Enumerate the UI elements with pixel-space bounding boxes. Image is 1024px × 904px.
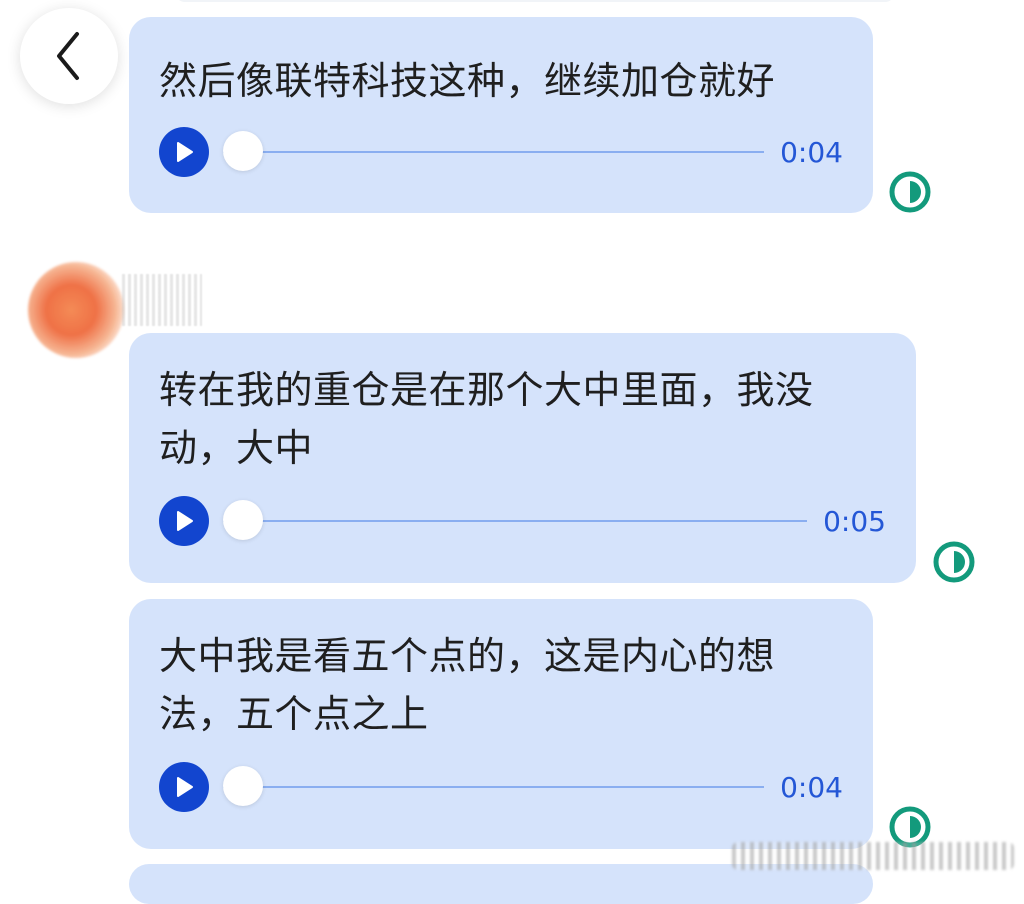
message-transcript: 大中我是看五个点的，这是内心的想法，五个点之上 <box>159 634 776 736</box>
audio-duration: 0:04 <box>780 135 843 169</box>
seek-bar[interactable] <box>223 500 808 540</box>
avatar[interactable] <box>28 262 124 358</box>
sender-name-blurred <box>122 274 202 326</box>
audio-player: 0:05 <box>159 496 886 546</box>
seek-knob[interactable] <box>223 500 263 540</box>
half-circle-status-icon <box>933 541 975 583</box>
chevron-left-icon <box>57 32 79 80</box>
play-button[interactable] <box>159 496 209 546</box>
play-button[interactable] <box>159 127 209 177</box>
audio-duration: 0:04 <box>780 770 843 804</box>
message-transcript: 然后像联特科技这种，继续加仓就好 <box>159 59 776 103</box>
seek-knob[interactable] <box>223 131 263 171</box>
audio-player: 0:04 <box>159 127 843 177</box>
watermark <box>732 842 1014 870</box>
message-transcript: 转在我的重仓是在那个大中里面，我没动，大中 <box>159 368 814 470</box>
seek-bar[interactable] <box>223 131 765 171</box>
play-button[interactable] <box>159 762 209 812</box>
next-message-bubble-partial[interactable] <box>129 864 873 904</box>
previous-message-edge <box>175 0 895 2</box>
half-circle-status-icon <box>889 171 931 213</box>
play-icon <box>177 511 193 531</box>
seek-bar[interactable] <box>223 766 765 806</box>
voice-message-bubble[interactable]: 然后像联特科技这种，继续加仓就好 0:04 <box>129 17 873 213</box>
play-icon <box>177 142 193 162</box>
audio-player: 0:04 <box>159 762 843 812</box>
back-button[interactable] <box>20 8 118 104</box>
voice-message-bubble[interactable]: 转在我的重仓是在那个大中里面，我没动，大中 0:05 <box>129 333 916 583</box>
play-icon <box>177 777 193 797</box>
seek-knob[interactable] <box>223 766 263 806</box>
audio-duration: 0:05 <box>823 504 886 538</box>
voice-message-bubble[interactable]: 大中我是看五个点的，这是内心的想法，五个点之上 0:04 <box>129 599 873 849</box>
